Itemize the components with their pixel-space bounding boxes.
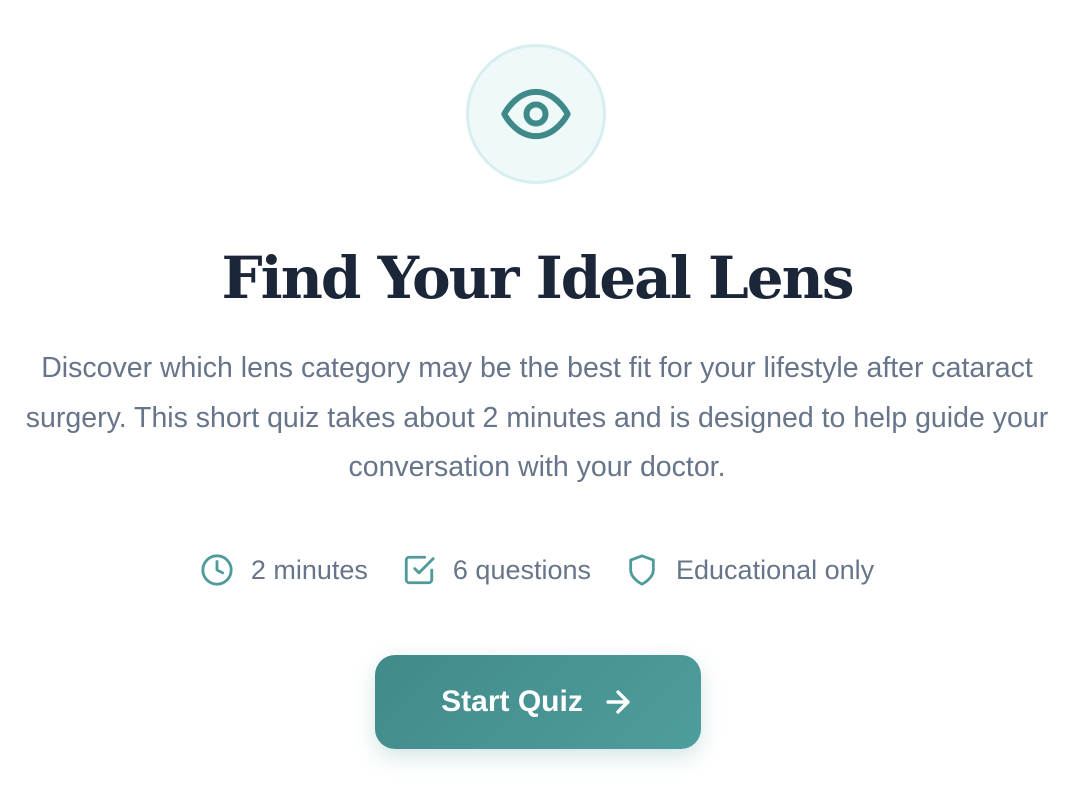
feature-disclaimer-label: Educational only <box>676 554 875 585</box>
feature-duration: 2 minutes <box>200 553 368 587</box>
arrow-right-icon <box>606 690 630 714</box>
feature-questions: 6 questions <box>402 553 591 587</box>
feature-questions-label: 6 questions <box>452 554 592 585</box>
quiz-features: 2 minutes 6 questions Educational only <box>0 550 1074 590</box>
start-quiz-label: Start Quiz <box>441 685 583 718</box>
eye-icon-badge <box>466 44 606 184</box>
start-quiz-button[interactable]: Start Quiz <box>375 655 701 749</box>
feature-disclaimer: Educational only <box>625 553 874 587</box>
shield-icon <box>629 554 655 586</box>
clock-icon <box>201 554 233 586</box>
eye-icon <box>501 88 571 140</box>
quiz-description: Discover which lens category may be the … <box>25 352 1049 483</box>
quiz-intro: Find Your Ideal Lens Discover which lens… <box>0 0 1074 794</box>
checkbox-icon <box>404 555 435 585</box>
page-title: Find Your Ideal Lens <box>221 244 855 312</box>
feature-duration-label: 2 minutes <box>250 554 368 585</box>
